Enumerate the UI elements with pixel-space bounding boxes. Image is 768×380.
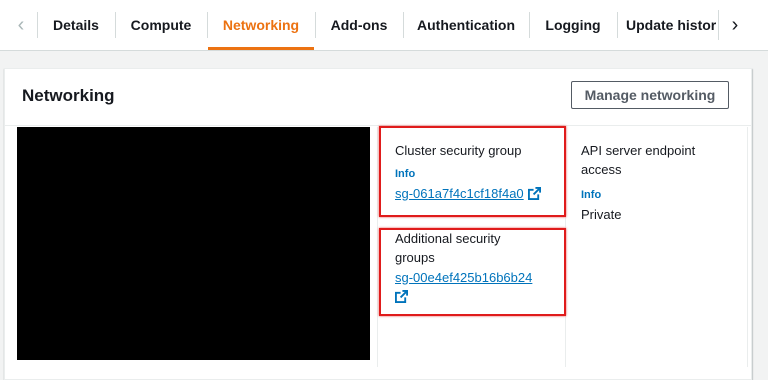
tab-compute[interactable]: Compute <box>116 0 206 50</box>
api-endpoint-access-field: API server endpoint access Info Private <box>581 141 741 222</box>
tab-logging[interactable]: Logging <box>530 0 616 50</box>
api-endpoint-access-label-cont: access <box>581 162 622 177</box>
annotation-highlight-box <box>379 126 566 217</box>
api-endpoint-access-value: Private <box>581 207 622 222</box>
column-divider <box>747 127 748 367</box>
tab-networking[interactable]: Networking <box>208 0 314 50</box>
tabs-bar: ‹ Details Compute Networking Add-ons Aut… <box>0 0 768 51</box>
networking-panel: Networking Manage networking Cluster sec… <box>4 68 752 380</box>
tab-separator <box>617 12 618 38</box>
tab-label: Add-ons <box>330 17 388 33</box>
column-divider <box>377 127 378 367</box>
tab-label: Update histor <box>626 17 716 33</box>
tab-label: Networking <box>222 17 300 33</box>
panel-header: Networking Manage networking <box>5 69 751 126</box>
annotation-highlight-box <box>379 228 566 316</box>
manage-networking-button[interactable]: Manage networking <box>571 81 729 109</box>
tab-details[interactable]: Details <box>38 0 114 50</box>
tab-authentication[interactable]: Authentication <box>404 0 528 50</box>
panel-title: Networking <box>22 86 115 105</box>
tab-label: Compute <box>130 17 192 33</box>
info-link[interactable]: Info <box>581 189 741 201</box>
tab-label: Authentication <box>417 17 515 33</box>
chevron-right-icon[interactable]: › <box>718 10 751 40</box>
tab-label: Details <box>53 17 99 33</box>
redacted-region <box>17 127 370 360</box>
chevron-left-icon[interactable]: ‹ <box>6 0 36 50</box>
tab-add-ons[interactable]: Add-ons <box>316 0 402 50</box>
tab-update-history[interactable]: Update histor <box>626 0 716 50</box>
api-endpoint-access-label: API server endpoint <box>581 143 696 158</box>
tab-label: Logging <box>545 17 601 33</box>
